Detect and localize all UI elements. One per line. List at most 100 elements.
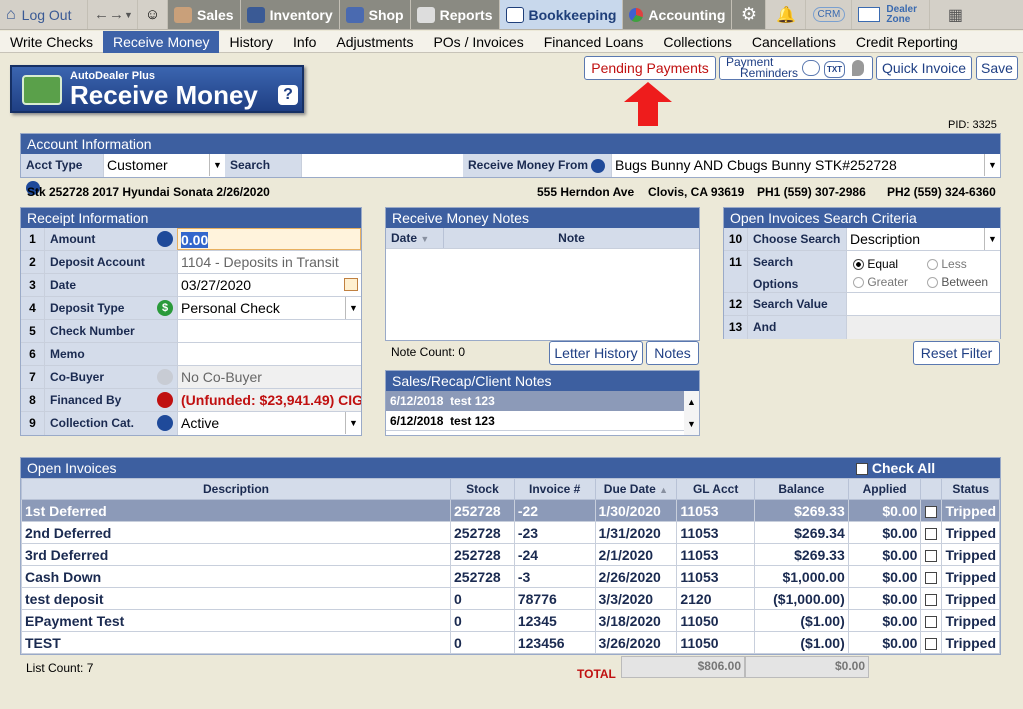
option-between[interactable]: Between <box>927 273 988 291</box>
checkbox-icon[interactable] <box>925 571 938 584</box>
chevron-down-icon[interactable]: ▼ <box>209 154 225 176</box>
dealer-zone-button[interactable]: Dealer Zone <box>852 0 931 29</box>
chevron-down-icon[interactable]: ▼ <box>984 228 1000 250</box>
chevron-down-icon[interactable]: ▼ <box>345 412 361 434</box>
notes-col-date[interactable]: Date ▼ <box>386 228 444 248</box>
col-invoice[interactable]: Invoice # <box>513 478 596 500</box>
check-all[interactable]: Check All <box>856 458 935 478</box>
select-cell[interactable] <box>920 543 943 566</box>
lookup-icon[interactable] <box>157 415 173 431</box>
logout-button[interactable]: ⌂ Log Out <box>0 0 88 29</box>
option-less[interactable]: Less <box>927 255 967 273</box>
subnav-receive-money[interactable]: Receive Money <box>102 30 220 53</box>
col-gl-acct[interactable]: GL Acct <box>676 478 755 500</box>
subnav-credit-reporting[interactable]: Credit Reporting <box>846 31 968 53</box>
subnav-adjustments[interactable]: Adjustments <box>326 31 423 53</box>
save-button[interactable]: Save <box>976 56 1018 80</box>
checkbox-icon[interactable] <box>856 463 868 476</box>
subnav-collections[interactable]: Collections <box>653 31 741 53</box>
chevron-up-icon[interactable]: ▲ <box>687 397 696 407</box>
subnav-write-checks[interactable]: Write Checks <box>0 31 103 53</box>
search-value-input[interactable] <box>846 293 1000 315</box>
memo-input[interactable] <box>177 343 361 365</box>
notes-button[interactable]: Notes <box>646 341 699 365</box>
choose-search-select[interactable]: Description ▼ <box>846 228 1000 250</box>
table-row[interactable]: EPayment Test 0 12345 3/18/2020 11050 ($1.00)… <box>21 609 1000 632</box>
tab-bookkeeping[interactable]: Bookkeeping <box>499 0 624 29</box>
table-row[interactable]: 2nd Deferred 252728 -23 1/31/2020 11053 $269.… <box>21 521 1000 544</box>
deposit-type-select[interactable]: Personal Check ▼ <box>177 297 361 319</box>
recap-row[interactable]: 6/12/2018 test 123 <box>386 391 684 411</box>
table-row[interactable]: TEST 0 123456 3/26/2020 11050 ($1.00) $0.00 Tri… <box>21 631 1000 654</box>
table-row[interactable]: 1st Deferred 252728 -22 1/30/2020 11053 $269.… <box>21 499 1000 522</box>
payment-reminders-button[interactable]: Payment Reminders TXT <box>719 56 873 80</box>
quick-invoice-button[interactable]: Quick Invoice <box>876 56 972 80</box>
recap-scrollbar[interactable]: ▲ ▼ <box>684 391 699 435</box>
option-greater[interactable]: Greater <box>853 273 908 291</box>
radio-checked-icon[interactable] <box>853 259 864 271</box>
history-arrows[interactable]: ← → ▼ <box>88 0 138 29</box>
checkbox-icon[interactable] <box>925 615 938 628</box>
subnav-info[interactable]: Info <box>283 31 326 53</box>
subnav-pos-invoices[interactable]: POs / Invoices <box>423 31 533 53</box>
select-cell[interactable] <box>920 521 943 544</box>
select-cell[interactable] <box>920 587 943 610</box>
select-cell[interactable] <box>920 499 943 522</box>
tab-inventory[interactable]: Inventory <box>240 0 340 29</box>
radio-icon[interactable] <box>853 277 864 289</box>
col-status[interactable]: Status <box>941 478 1000 500</box>
calendar-icon[interactable] <box>344 278 358 291</box>
check-number-input[interactable] <box>177 320 361 342</box>
chevron-down-icon[interactable]: ▼ <box>345 297 361 319</box>
lookup-red-icon[interactable] <box>157 392 173 408</box>
select-cell[interactable] <box>920 631 943 654</box>
crm-button[interactable]: CRM <box>806 0 853 29</box>
dollar-icon[interactable]: $ <box>157 300 173 316</box>
checkbox-icon[interactable] <box>925 505 938 518</box>
subnav-history[interactable]: History <box>219 31 283 53</box>
amount-input[interactable]: 0.00 <box>177 228 361 250</box>
bell-icon[interactable]: 🔔 <box>766 0 807 29</box>
select-cell[interactable] <box>920 565 943 588</box>
search-input[interactable] <box>301 154 463 177</box>
letter-history-button[interactable]: Letter History <box>549 341 643 365</box>
checkbox-icon[interactable] <box>925 637 938 650</box>
table-row[interactable]: test deposit 0 78776 3/3/2020 2120 ($1,000.00… <box>21 587 1000 610</box>
pending-payments-button[interactable]: Pending Payments <box>584 56 716 80</box>
radio-icon[interactable] <box>927 259 938 271</box>
collection-cat-select[interactable]: Active ▼ <box>177 412 361 435</box>
select-cell[interactable] <box>920 609 943 632</box>
lookup-icon[interactable] <box>591 158 606 173</box>
checkbox-icon[interactable] <box>925 549 938 562</box>
chevron-down-icon[interactable]: ▼ <box>124 10 133 20</box>
tab-reports[interactable]: Reports <box>410 0 500 29</box>
user-icon[interactable]: ☺ <box>138 0 168 29</box>
reset-filter-button[interactable]: Reset Filter <box>913 341 1000 365</box>
col-due-date[interactable]: Due Date ▲ <box>594 478 678 500</box>
tab-accounting[interactable]: Accounting <box>623 0 733 29</box>
back-arrow-icon[interactable]: ← <box>94 6 109 23</box>
col-stock[interactable]: Stock <box>450 478 515 500</box>
calculate-icon[interactable] <box>157 231 173 247</box>
table-row[interactable]: Cash Down 252728 -3 2/26/2020 11053 $1,000.00… <box>21 565 1000 588</box>
tab-shop[interactable]: Shop <box>339 0 411 29</box>
recap-row[interactable]: 6/12/2018 test 123 <box>386 411 684 431</box>
subnav-financed-loans[interactable]: Financed Loans <box>534 31 654 53</box>
receive-from-select[interactable]: Bugs Bunny AND Cbugs Bunny STK#252728 ▼ <box>611 154 1000 177</box>
col-description[interactable]: Description <box>21 478 451 500</box>
calculator-icon[interactable]: ▦ <box>930 0 980 29</box>
notes-col-note[interactable]: Note <box>444 228 699 248</box>
col-balance[interactable]: Balance <box>753 478 849 500</box>
subnav-cancellations[interactable]: Cancellations <box>742 31 846 53</box>
col-applied[interactable]: Applied <box>847 478 922 500</box>
acct-type-select[interactable]: Customer ▼ <box>103 154 225 177</box>
help-icon[interactable]: ? <box>278 85 298 105</box>
checkbox-icon[interactable] <box>925 527 938 540</box>
option-equal[interactable]: Equal <box>853 255 898 273</box>
checkbox-icon[interactable] <box>925 593 938 606</box>
chevron-down-icon[interactable]: ▼ <box>984 154 1000 176</box>
date-input[interactable]: 03/27/2020 <box>177 274 361 296</box>
chevron-down-icon[interactable]: ▼ <box>687 419 696 429</box>
radio-icon[interactable] <box>927 277 938 289</box>
table-row[interactable]: 3rd Deferred 252728 -24 2/1/2020 11053 $269.3… <box>21 543 1000 566</box>
